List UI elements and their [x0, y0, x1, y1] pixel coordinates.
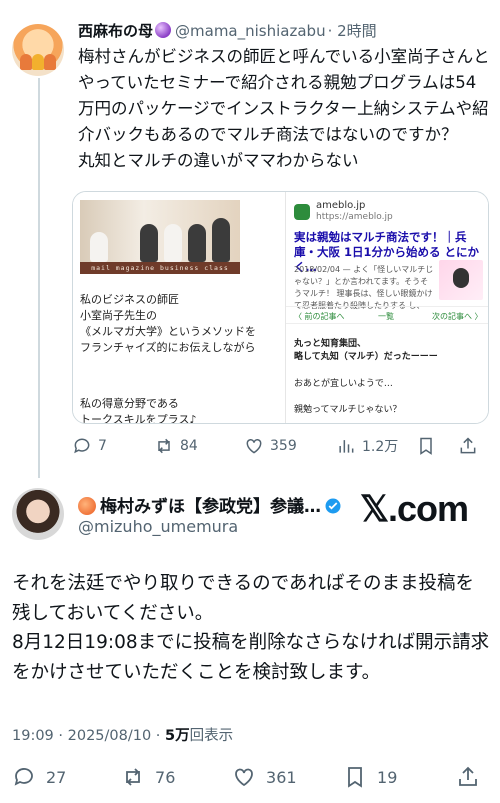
heart-icon	[246, 438, 262, 454]
repost-count: 76	[155, 767, 176, 787]
view-label: 回表示	[189, 728, 234, 744]
tweet-meta: 19:09 · 2025/08/10 · 5万回表示	[12, 724, 233, 745]
site-url: https://ameblo.jp	[316, 212, 393, 222]
image-left[interactable]: mail magazine business class 私のビジネスの師匠 小…	[73, 192, 283, 424]
author-handle[interactable]: @mama_nishiazabu	[175, 22, 326, 40]
reply-count: 7	[98, 438, 107, 454]
bookmark-count: 19	[377, 767, 398, 787]
crystal-ball-icon	[155, 22, 172, 38]
repost-icon	[126, 768, 140, 786]
share-button[interactable]	[456, 765, 490, 789]
reply-action-bar: 7 84 359 1.2万	[72, 434, 492, 458]
bookmark-icon	[420, 437, 432, 455]
mail-magazine-banner: mail magazine business class	[80, 262, 240, 274]
verified-badge-icon	[325, 498, 341, 514]
comment-icon	[74, 438, 90, 454]
blog-text: 丸っと知育集団、 略して丸知（マルチ）だったーーー	[294, 339, 438, 362]
tweet-time[interactable]: · 2時間	[328, 22, 377, 40]
bookmark-button[interactable]	[416, 436, 458, 456]
avatar[interactable]	[12, 24, 64, 76]
share-icon	[459, 766, 477, 786]
tweet-header: 梅村みずほ【参政党】参議…	[78, 492, 342, 517]
result-thumbnail	[439, 260, 483, 300]
nav-prev: 〈 前の記事へ	[294, 312, 345, 321]
blog-text: 親勉ってマルチじゃない？	[294, 405, 402, 415]
author-handle[interactable]: @mizuho_umemura	[78, 517, 238, 536]
group-photo	[80, 200, 240, 262]
photo-person	[188, 224, 206, 262]
comment-icon	[14, 768, 33, 786]
avatar-figure	[44, 54, 56, 70]
photo-person	[90, 232, 108, 262]
heart-icon	[235, 768, 253, 787]
image-right[interactable]: ameblo.jp https://ameblo.jp 実は親勉はマルチ商法です…	[285, 192, 488, 423]
author-name[interactable]: 西麻布の母	[78, 22, 153, 40]
repost-button[interactable]: 84	[154, 436, 244, 456]
photo-person	[164, 224, 182, 262]
author-name[interactable]: 梅村みずほ【参政党】参議…	[100, 497, 321, 517]
ameba-logo-icon	[294, 204, 310, 220]
share-button[interactable]	[458, 436, 484, 456]
bookmark-button[interactable]: 19	[343, 765, 456, 789]
view-count: 5万	[165, 728, 190, 744]
reply-button[interactable]: 27	[12, 765, 121, 789]
photo-person	[140, 224, 158, 262]
like-count: 359	[270, 438, 297, 454]
reply-count: 27	[46, 767, 67, 787]
reply-tweet[interactable]: 西麻布の母 @mama_nishiazabu · 2時間 梅村さんがビジネスの師匠と…	[0, 0, 500, 478]
avatar-figure	[32, 54, 44, 70]
tweet-timestamp[interactable]: 19:09 · 2025/08/10 ·	[12, 728, 165, 744]
x-logo-icon: 𝕏.com	[360, 488, 469, 529]
view-count: 1.2万	[362, 439, 399, 455]
reply-button[interactable]: 7	[72, 436, 154, 456]
main-tweet[interactable]: 梅村みずほ【参政党】参議… @mizuho_umemura 𝕏.com それを法…	[0, 478, 500, 803]
search-result-snippet: 2018/02/04 — よく「怪しいマルチじゃない？」とか言われてます。そうそ…	[294, 265, 434, 310]
tweet-header: 西麻布の母 @mama_nishiazabu · 2時間	[78, 20, 377, 41]
bookmark-icon	[348, 767, 362, 788]
tweet-text: それを法廷でやり取りできるのであればそのまま投稿を残しておいてください。 8月1…	[12, 573, 490, 683]
image-caption: 私のビジネスの師匠 小室尚子先生の 《メルマガ大学》というメソッドを フランチャ…	[80, 293, 256, 354]
attached-images[interactable]: mail magazine business class 私のビジネスの師匠 小…	[72, 191, 489, 424]
avatar-figure	[20, 54, 32, 70]
nav-next: 次の記事へ 〉	[432, 312, 483, 321]
repost-icon	[158, 438, 170, 454]
like-button[interactable]: 361	[232, 765, 343, 789]
peach-icon	[78, 497, 96, 515]
analytics-icon	[339, 440, 354, 453]
like-count: 361	[266, 767, 297, 787]
blog-nav: 〈 前の記事へ 一覧 次の記事へ 〉	[286, 306, 488, 324]
photo-person	[212, 218, 230, 262]
site-domain: ameblo.jp	[316, 200, 366, 211]
avatar[interactable]	[12, 488, 64, 540]
like-button[interactable]: 359	[244, 436, 336, 456]
nav-list: 一覧	[378, 312, 394, 321]
repost-button[interactable]: 76	[121, 765, 232, 789]
tweet-text: 梅村さんがビジネスの師匠と呼んでいる小室尚子さんとやっていたセミナーで紹介される…	[78, 47, 490, 170]
repost-count: 84	[180, 438, 198, 454]
share-icon	[460, 437, 476, 454]
main-action-bar: 27 76 361 19	[12, 764, 490, 790]
views-button[interactable]: 1.2万	[336, 436, 416, 456]
image-caption: 私の得意分野である トークスキルをプラス♪	[80, 397, 197, 424]
blog-text: おあとが宜しいようで…	[294, 379, 393, 389]
